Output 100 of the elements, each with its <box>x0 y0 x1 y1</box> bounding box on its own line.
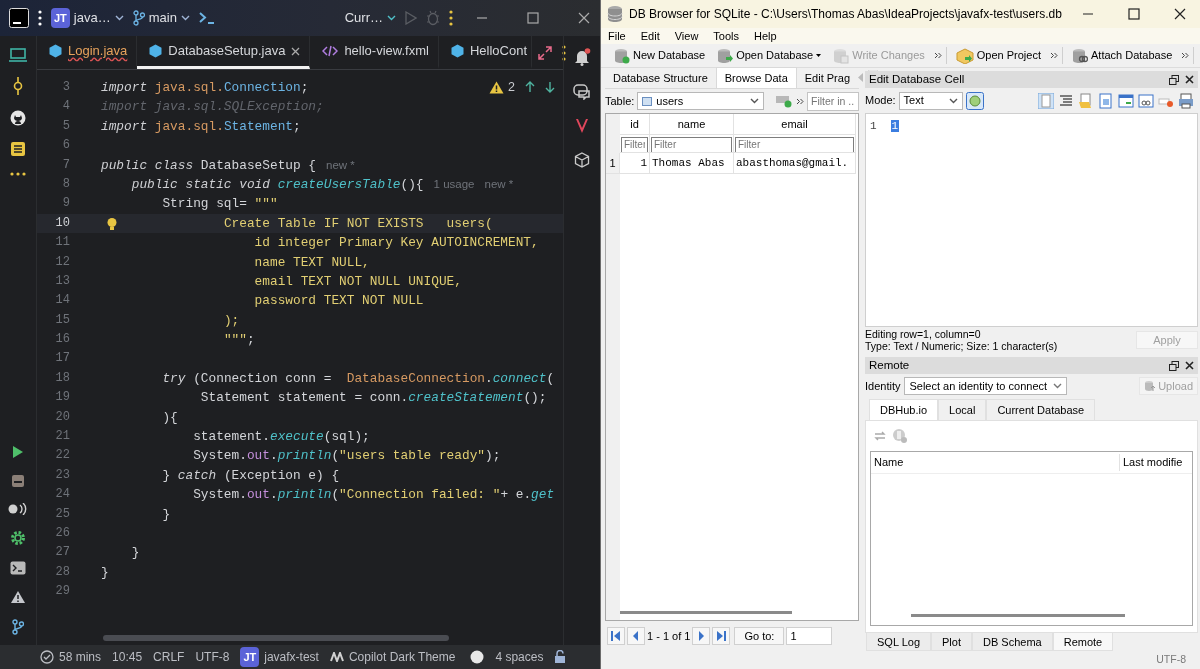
row-number[interactable]: 1 <box>606 153 620 174</box>
encoding-status: UTF-8 <box>1156 652 1186 668</box>
toolbar-button[interactable]: New Database <box>611 47 709 64</box>
window-title: DB Browser for SQLite - C:\Users\Thomas Abas\IdeaProjects\javafx-test\users.db <box>629 6 1062 23</box>
code-line: public class DatabaseSetup { <box>101 156 317 175</box>
panel-title: Edit Database Cell <box>869 71 965 87</box>
file-tab[interactable]: DatabaseSetup.java <box>137 36 311 69</box>
line-number: 27 <box>54 544 70 562</box>
column-header[interactable]: email <box>734 114 856 135</box>
code-line: password TEXT NOT NULL <box>254 292 424 311</box>
code-line: Statement statement = conn.createStatement(); <box>200 389 547 408</box>
mode-label: Mode: <box>865 93 896 109</box>
tab[interactable]: Browse Data <box>715 66 797 88</box>
tab[interactable]: Current Database <box>986 398 1096 420</box>
column-header[interactable]: id <box>620 114 650 135</box>
line-number: 6 <box>61 137 70 155</box>
line-number: 5 <box>61 117 70 135</box>
line-number: 25 <box>54 505 70 523</box>
file-encoding[interactable]: UTF-8 <box>195 648 230 666</box>
panel-title: Remote <box>869 357 910 373</box>
file-tab[interactable]: hello-view.fxml <box>310 36 439 69</box>
code-line: Create Table IF NOT EXISTS users( <box>223 214 493 233</box>
toolbar-button[interactable]: Attach Database <box>1069 47 1176 64</box>
time-tracker[interactable]: 58 mins <box>59 648 102 666</box>
table-label: Table: <box>605 93 635 109</box>
code-line: """; <box>223 331 255 350</box>
column-filter-field[interactable]: Filter <box>735 136 854 152</box>
tab[interactable]: Local <box>938 398 987 420</box>
code-line: } catch (Exception e) { <box>162 466 340 485</box>
menu-item[interactable]: Help <box>754 27 777 45</box>
file-tab[interactable]: Login.java <box>37 36 138 69</box>
branch-name[interactable]: main <box>148 8 177 28</box>
table-cell[interactable]: 1 <box>620 153 650 174</box>
line-number: 9 <box>61 195 70 213</box>
identity-select[interactable]: Select an identity to connect <box>904 377 1068 395</box>
line-number: 11 <box>54 234 70 252</box>
tab[interactable]: SQL Log <box>866 633 931 651</box>
table-cell[interactable]: Thomas Abas <box>650 153 734 174</box>
line-number: 18 <box>54 369 70 387</box>
code-line: import java.sql.Statement; <box>101 117 301 136</box>
column-header[interactable]: name <box>650 114 734 135</box>
line-number: 16 <box>54 331 70 349</box>
menu-item[interactable]: View <box>674 27 699 45</box>
tab[interactable]: Edit Prag <box>796 67 858 88</box>
tab[interactable]: DB Schema <box>972 633 1053 651</box>
cell-editor[interactable]: 1 <box>890 118 1193 322</box>
code-line: try (Connection conn = DatabaseConnection.connect( <box>162 369 555 388</box>
inlay-hint[interactable]: 1 usage <box>433 174 475 195</box>
code-line: } <box>101 563 109 582</box>
line-number: 8 <box>61 175 70 193</box>
toolbar-button[interactable]: Open Project <box>952 47 1044 64</box>
tab[interactable]: DBHub.io <box>869 398 939 420</box>
line-separator[interactable]: CRLF <box>153 648 185 666</box>
code-line: name TEXT NULL, <box>254 253 370 272</box>
code-line: } <box>131 544 140 563</box>
menu-item[interactable]: File <box>608 27 626 45</box>
line-number: 28 <box>54 563 70 581</box>
code-line: email TEXT NOT NULL UNIQUE, <box>254 272 462 291</box>
goto-field[interactable]: 1 <box>786 627 833 645</box>
table-select[interactable]: users <box>637 92 764 110</box>
indent-setting[interactable]: 4 spaces <box>495 648 544 666</box>
project-name[interactable]: java… <box>73 8 111 28</box>
inlay-hint[interactable]: new * <box>326 155 355 175</box>
menu-item[interactable]: Edit <box>640 27 660 45</box>
line-number: 21 <box>54 428 70 446</box>
status-text: Type: Text / Numeric; Size: 1 character(s) <box>865 340 1058 352</box>
mode-select[interactable]: Text <box>898 91 963 110</box>
toolbar-button[interactable]: Open Database <box>714 47 825 64</box>
menu-item[interactable]: Tools <box>713 27 740 45</box>
column-filter-field[interactable]: Filter <box>651 136 732 152</box>
line-number: 1 <box>870 119 877 134</box>
project-badge: JT <box>240 646 260 668</box>
line-number: 19 <box>54 389 70 407</box>
tab[interactable]: Remote <box>1052 633 1114 651</box>
column-header[interactable]: Name <box>871 454 1120 471</box>
goto-button[interactable]: Go to: <box>734 627 785 645</box>
code-line: import java.sql.SQLException; <box>101 98 324 117</box>
inlay-hint[interactable]: new * <box>484 174 514 195</box>
column-header[interactable]: Last modifie <box>1120 454 1192 471</box>
line-number: 10 <box>54 214 70 232</box>
line-number: 24 <box>54 486 70 504</box>
file-tab[interactable]: HelloCont <box>438 36 532 69</box>
status-text: Editing row=1, column=0 <box>865 328 982 340</box>
page-range: 1 - 1 of 1 <box>647 628 691 644</box>
line-number: 4 <box>61 98 70 116</box>
tab[interactable]: Plot <box>931 633 972 651</box>
warning-count[interactable]: 2 <box>508 78 515 97</box>
caret-position[interactable]: 10:45 <box>112 648 143 666</box>
run-configuration[interactable]: Curr… <box>344 8 383 28</box>
line-number: 20 <box>54 408 70 426</box>
theme-name[interactable]: Copilot Dark Theme <box>348 648 456 666</box>
tab[interactable]: Database Structure <box>605 67 716 88</box>
line-number: 26 <box>54 525 70 542</box>
project-name[interactable]: javafx-test <box>264 648 319 666</box>
line-number: 12 <box>54 253 70 271</box>
line-number: 23 <box>54 466 70 484</box>
table-cell[interactable]: abasthomas@gmail. <box>734 153 856 174</box>
identity-label: Identity <box>865 378 901 394</box>
line-number: 22 <box>54 447 70 465</box>
code-line: System.out.println("Connection failed: "+ e.get <box>193 486 555 505</box>
